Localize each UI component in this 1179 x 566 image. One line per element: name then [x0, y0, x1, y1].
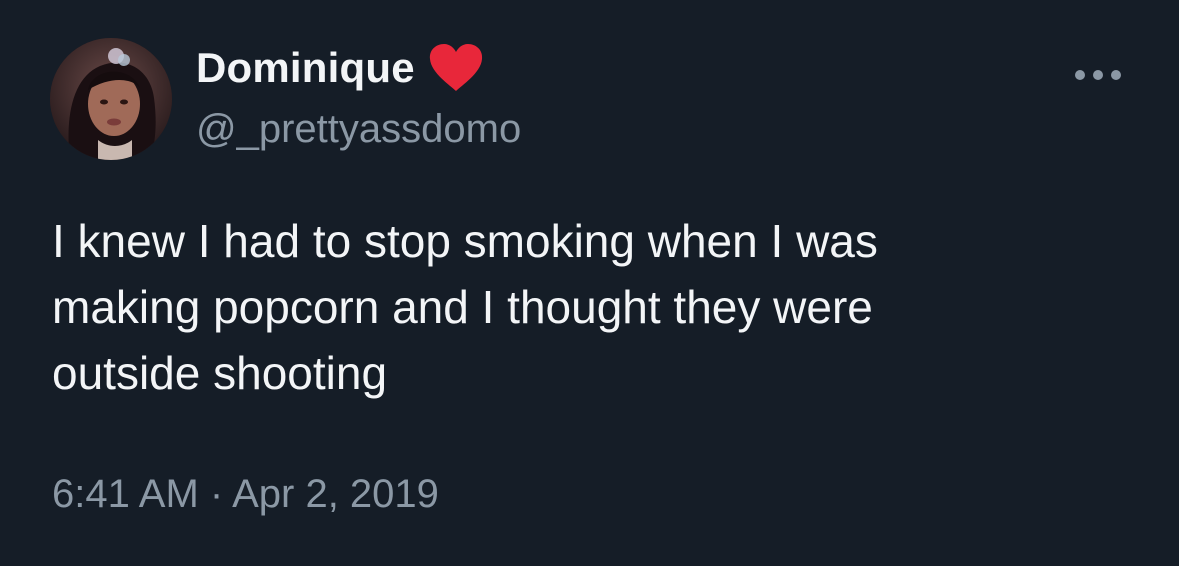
more-options-button[interactable]	[1068, 58, 1128, 92]
avatar-photo	[50, 38, 172, 160]
display-name[interactable]: Dominique	[196, 42, 415, 94]
avatar[interactable]	[50, 38, 172, 160]
author-handle[interactable]: @_prettyassdomo	[196, 104, 521, 154]
author-name-row[interactable]: Dominique	[196, 42, 485, 94]
tweet-text: I knew I had to stop smoking when I was …	[52, 215, 878, 399]
red-heart-icon	[427, 43, 485, 93]
more-dots-icon	[1075, 70, 1121, 80]
tweet-timestamp[interactable]: 6:41 AM · Apr 2, 2019	[52, 466, 439, 522]
tweet-card: Dominique @_prettyassdomo I knew I had t…	[0, 0, 1179, 566]
